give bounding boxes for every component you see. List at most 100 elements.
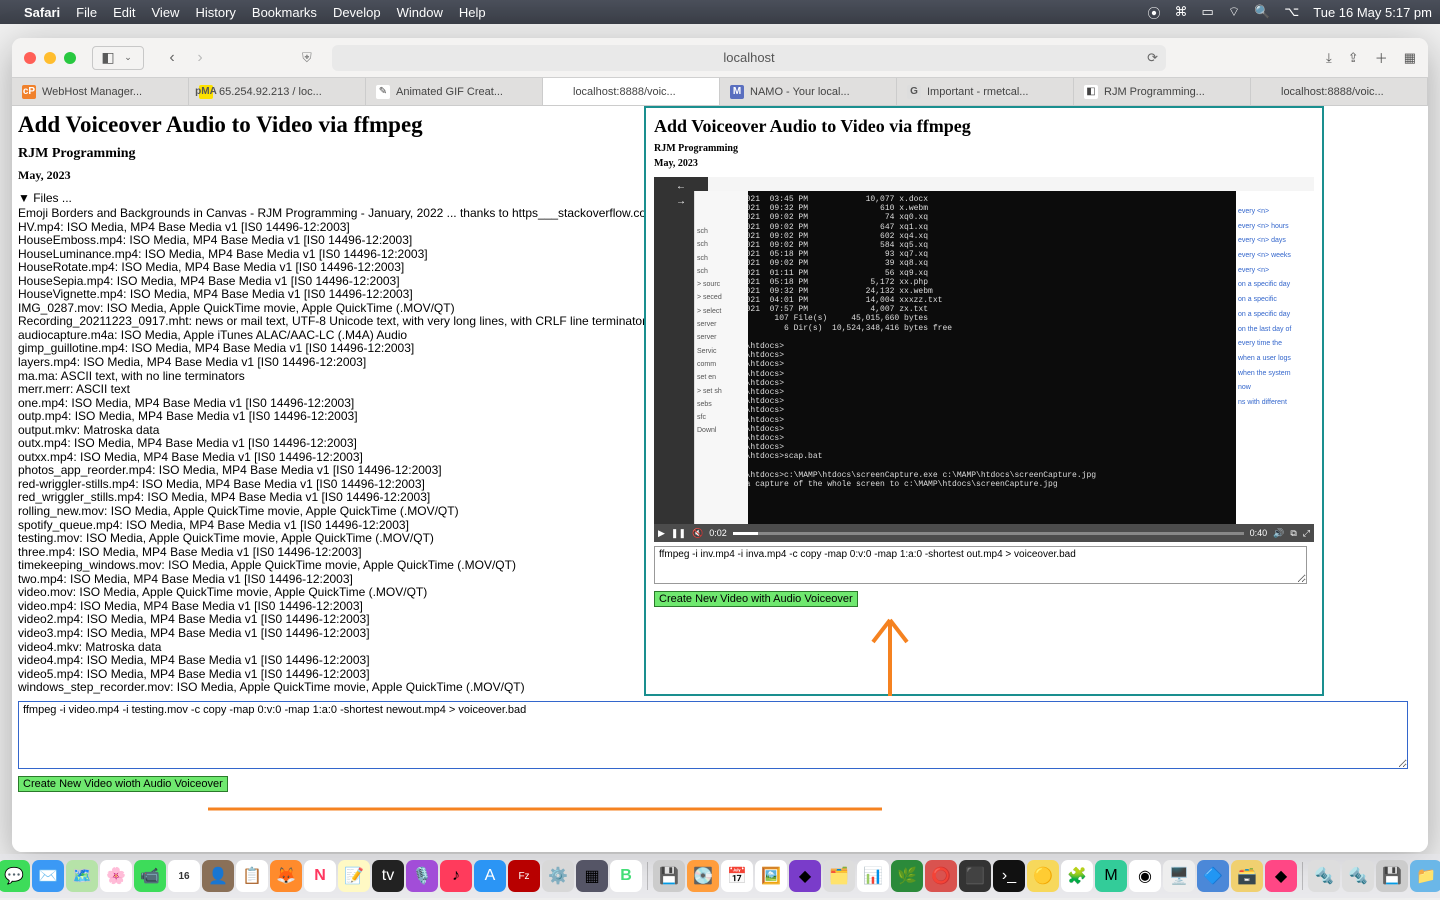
dock-app9-icon[interactable]: 🧩 <box>1061 860 1093 892</box>
forward-button[interactable]: › <box>188 46 212 70</box>
browser-tab[interactable]: MNAMO - Your local... <box>720 78 897 105</box>
spotlight-icon[interactable]: 🔍 <box>1254 4 1270 20</box>
dock-contacts-icon[interactable]: 👤 <box>202 860 234 892</box>
url-bar[interactable]: ⛨ localhost ⟳ <box>332 45 1166 71</box>
dock-preferences-icon[interactable]: ⚙️ <box>542 860 574 892</box>
menu-bookmarks[interactable]: Bookmarks <box>252 5 317 20</box>
dock-tv-icon[interactable]: tv <box>372 860 404 892</box>
volume-icon[interactable]: 🔊 <box>1273 528 1284 539</box>
dock-app12-icon[interactable]: 🔷 <box>1197 860 1229 892</box>
dock-notes-icon[interactable]: 📝 <box>338 860 370 892</box>
dock-drive2-icon[interactable]: 💽 <box>687 860 719 892</box>
fullscreen-video-icon[interactable]: ⤢ <box>1303 528 1310 539</box>
control-center-icon[interactable]: ⌥ <box>1284 4 1299 20</box>
mute-icon[interactable]: 🔇 <box>692 528 703 539</box>
dock-generic1-icon[interactable]: ▦ <box>576 860 608 892</box>
schedule-option: every <n> <box>1238 205 1312 220</box>
left-label: > set sh <box>697 385 746 398</box>
bluetooth-icon[interactable]: ⌘ <box>1175 4 1188 20</box>
dock-app1-icon[interactable]: 🖼️ <box>755 860 787 892</box>
dock-mail-icon[interactable]: ✉️ <box>32 860 64 892</box>
dock-appstore-icon[interactable]: A <box>474 860 506 892</box>
dock-photos-icon[interactable]: 🌸 <box>100 860 132 892</box>
dock-texteditor-icon[interactable]: B <box>610 860 642 892</box>
dock-app13-icon[interactable]: 🗃️ <box>1231 860 1263 892</box>
dock-app7-icon[interactable]: ⬛ <box>959 860 991 892</box>
dock-terminal-icon[interactable]: ›_ <box>993 860 1025 892</box>
left-label: sch <box>697 265 746 278</box>
dock-calendar-icon[interactable]: 16 <box>168 860 200 892</box>
dock-drive1-icon[interactable]: 💾 <box>653 860 685 892</box>
menubar-clock[interactable]: Tue 16 May 5:17 pm <box>1313 5 1432 20</box>
dock-messages-icon[interactable]: 💬 <box>0 860 30 892</box>
dock-app10-icon[interactable]: M <box>1095 860 1127 892</box>
menu-history[interactable]: History <box>195 5 235 20</box>
dock-app2-icon[interactable]: ◆ <box>789 860 821 892</box>
browser-tab[interactable]: GImportant - rmetcal... <box>897 78 1074 105</box>
wifi-icon[interactable]: ⌔ <box>1228 4 1240 20</box>
dock-news-icon[interactable]: N <box>304 860 336 892</box>
mini-ffmpeg-command-textarea[interactable] <box>654 546 1307 584</box>
minimize-window-button[interactable] <box>44 52 56 64</box>
dock-drive3-icon[interactable]: 💾 <box>1376 860 1408 892</box>
dock-firefox-icon[interactable]: 🦊 <box>270 860 302 892</box>
pause-icon[interactable]: ❚❚ <box>671 528 686 539</box>
browser-tab[interactable]: ✎Animated GIF Creat... <box>366 78 543 105</box>
dock-maps-icon[interactable]: 🗺️ <box>66 860 98 892</box>
dock-app3-icon[interactable]: 🗂️ <box>823 860 855 892</box>
share-icon[interactable]: ⇪ <box>1348 50 1359 66</box>
pip-icon[interactable]: ⧉ <box>1290 528 1296 539</box>
browser-tab[interactable]: cPWebHost Manager... <box>12 78 189 105</box>
play-icon[interactable]: ▶ <box>658 528 665 539</box>
new-tab-icon[interactable]: ＋ <box>1375 48 1388 67</box>
dock-filezilla-icon[interactable]: Fz <box>508 860 540 892</box>
schedule-option: every time the <box>1238 337 1312 352</box>
nav-right-icon[interactable]: → <box>676 196 686 207</box>
menubar-app-name[interactable]: Safari <box>24 5 60 20</box>
dock-folder-icon[interactable]: 📁 <box>1410 860 1440 892</box>
fullscreen-window-button[interactable] <box>64 52 76 64</box>
dock-app6-icon[interactable]: ⭕ <box>925 860 957 892</box>
menu-file[interactable]: File <box>76 5 97 20</box>
dock-app14-icon[interactable]: ◆ <box>1265 860 1297 892</box>
menu-develop[interactable]: Develop <box>333 5 381 20</box>
dock-podcasts-icon[interactable]: 🎙️ <box>406 860 438 892</box>
dock-cal2-icon[interactable]: 📅 <box>721 860 753 892</box>
dock-app5-icon[interactable]: 🌿 <box>891 860 923 892</box>
url-text: localhost <box>723 50 774 65</box>
menu-edit[interactable]: Edit <box>113 5 135 20</box>
dock-droplet1-icon[interactable]: 🔩 <box>1308 860 1340 892</box>
browser-tab[interactable]: localhost:8888/voic... <box>1251 78 1428 105</box>
tab-overview-icon[interactable]: ▦ <box>1404 50 1416 66</box>
browser-tab[interactable]: localhost:8888/voic... <box>543 78 720 105</box>
dock-app8-icon[interactable]: 🟡 <box>1027 860 1059 892</box>
sidebar-toggle-button[interactable]: ◧ ⌄ <box>92 46 144 70</box>
ffmpeg-command-textarea[interactable] <box>18 701 1408 769</box>
menu-help[interactable]: Help <box>459 5 486 20</box>
menu-view[interactable]: View <box>152 5 180 20</box>
back-button[interactable]: ‹ <box>160 46 184 70</box>
left-label: sebs <box>697 398 746 411</box>
close-window-button[interactable] <box>24 52 36 64</box>
screenrecord-icon[interactable]: ⦿ <box>1148 3 1161 22</box>
browser-tab[interactable]: pMA65.254.92.213 / loc... <box>189 78 366 105</box>
menu-window[interactable]: Window <box>397 5 443 20</box>
dock-app4-icon[interactable]: 📊 <box>857 860 889 892</box>
create-video-button[interactable]: Create New Video wioth Audio Voiceover <box>18 776 228 792</box>
dock-app11-icon[interactable]: 🖥️ <box>1163 860 1195 892</box>
dock-reminders-icon[interactable]: 📋 <box>236 860 268 892</box>
dock-droplet2-icon[interactable]: 🔩 <box>1342 860 1374 892</box>
browser-tab[interactable]: ◧RJM Programming... <box>1074 78 1251 105</box>
dock-music-icon[interactable]: ♪ <box>440 860 472 892</box>
dock-chrome-icon[interactable]: ◉ <box>1129 860 1161 892</box>
battery-icon[interactable]: ▭ <box>1202 4 1214 20</box>
dock-facetime-icon[interactable]: 📹 <box>134 860 166 892</box>
mini-create-video-button[interactable]: Create New Video with Audio Voiceover <box>654 591 858 607</box>
downloads-icon[interactable]: ⤓ <box>1326 50 1332 66</box>
privacy-shield-icon[interactable]: ⛨ <box>302 50 312 66</box>
video-player[interactable]: ← → ▣ Command Prompt - call screenCaptur… <box>654 177 1314 542</box>
video-scrubber[interactable] <box>733 532 1244 535</box>
nav-left-icon[interactable]: ← <box>676 181 686 192</box>
reload-icon[interactable]: ⟳ <box>1147 50 1158 66</box>
tab-label: localhost:8888/voic... <box>573 86 676 98</box>
